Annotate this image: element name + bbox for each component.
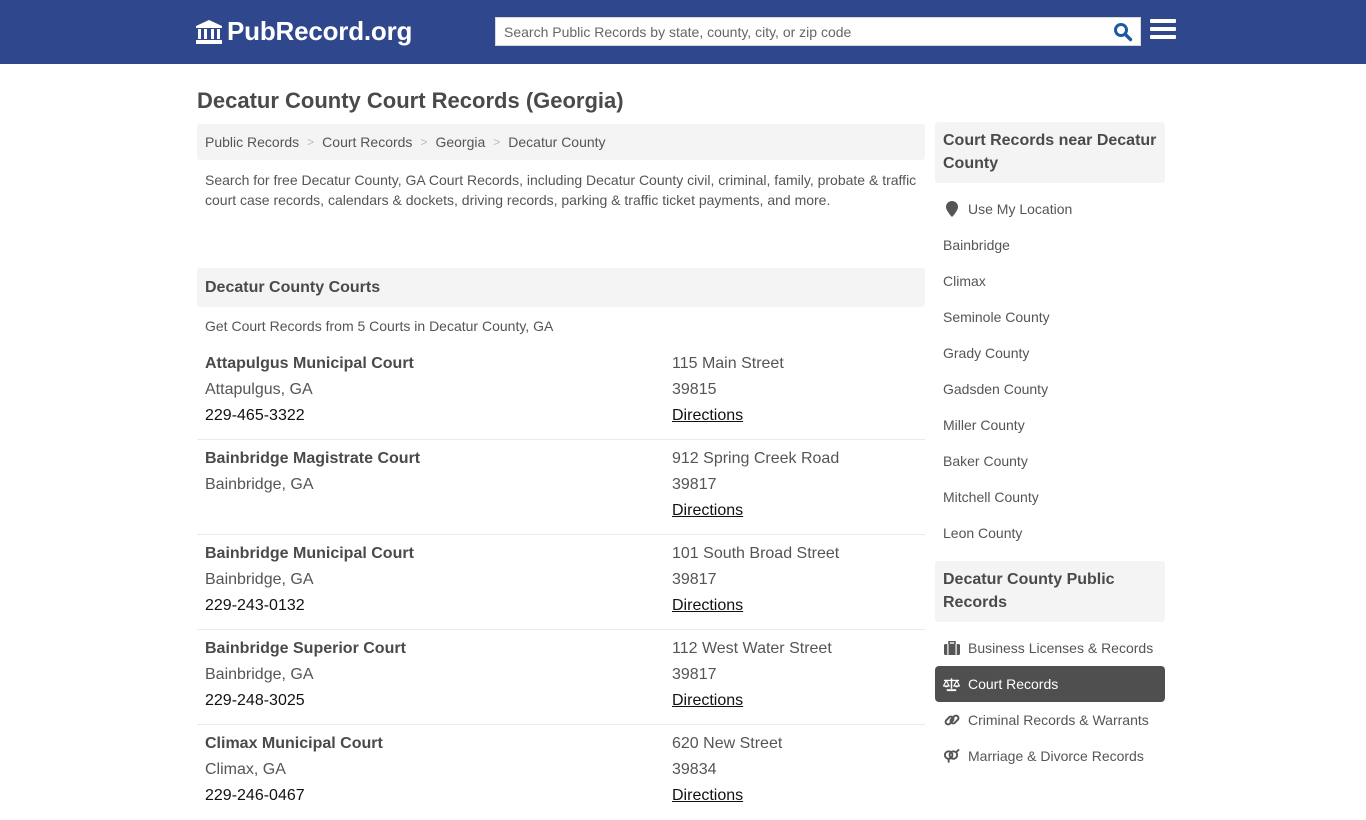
sidebar-item-label: Court Records: [968, 676, 1059, 692]
nearby-link[interactable]: Gadsden County: [935, 371, 1165, 407]
search-icon: [1114, 23, 1133, 42]
nearby-link[interactable]: Climax: [935, 263, 1165, 299]
map-marker-icon: [943, 201, 960, 217]
hamburger-menu-button[interactable]: [1150, 19, 1176, 41]
sidebar-item-label: Business Licenses & Records: [968, 640, 1154, 656]
court-name[interactable]: Bainbridge Magistrate Court: [205, 449, 420, 475]
directions-link[interactable]: Directions: [672, 502, 743, 519]
court-phone[interactable]: [205, 501, 420, 527]
court-name[interactable]: Climax Municipal Court: [205, 734, 383, 760]
breadcrumb-separator: >: [307, 135, 315, 149]
venus-mars-icon: [943, 748, 960, 764]
court-zip: 39817: [672, 571, 717, 588]
breadcrumb-separator: >: [420, 135, 428, 149]
use-my-location-label: Use My Location: [968, 201, 1073, 217]
menu-bar: [1150, 19, 1176, 23]
court-phone[interactable]: 229-465-3322: [205, 406, 414, 432]
court-city: Attapulgus, GA: [205, 381, 313, 398]
menu-bar: [1150, 35, 1176, 39]
court-item: Attapulgus Municipal Court Attapulgus, G…: [197, 345, 925, 440]
court-item: Climax Municipal Court Climax, GA 229-24…: [197, 725, 925, 820]
court-item: Bainbridge Magistrate Court Bainbridge, …: [197, 440, 925, 535]
search-box: [495, 17, 1141, 46]
link-icon: [943, 712, 960, 728]
court-zip: 39815: [672, 381, 717, 398]
sidebar-item-criminal-records[interactable]: Criminal Records & Warrants: [935, 702, 1165, 738]
court-city: Bainbridge, GA: [205, 666, 314, 683]
breadcrumb-public-records[interactable]: Public Records: [205, 134, 299, 150]
court-zip: 39817: [672, 476, 717, 493]
court-address: 620 New Street: [672, 735, 783, 752]
court-zip: 39834: [672, 761, 717, 778]
breadcrumb: Public Records > Court Records > Georgia…: [197, 124, 925, 160]
court-address: 115 Main Street: [672, 355, 784, 372]
breadcrumb-separator: >: [493, 135, 501, 149]
court-name[interactable]: Bainbridge Superior Court: [205, 639, 406, 665]
directions-link[interactable]: Directions: [672, 407, 743, 424]
nearby-link[interactable]: Leon County: [935, 515, 1165, 551]
court-phone[interactable]: 229-246-0467: [205, 786, 383, 812]
nearby-link[interactable]: Baker County: [935, 443, 1165, 479]
search-button[interactable]: [1110, 20, 1136, 44]
logo-text: PubRecord.org: [227, 16, 413, 46]
site-logo[interactable]: PubRecord.org: [195, 16, 412, 47]
public-records-list: Business Licenses & Records Court Record…: [935, 622, 1165, 774]
breadcrumb-decatur-county[interactable]: Decatur County: [508, 134, 605, 150]
directions-link[interactable]: Directions: [672, 787, 743, 804]
nearby-link[interactable]: Bainbridge: [935, 227, 1165, 263]
court-phone[interactable]: 229-243-0132: [205, 596, 414, 622]
nearby-link[interactable]: Miller County: [935, 407, 1165, 443]
court-item: Bainbridge Superior Court Bainbridge, GA…: [197, 630, 925, 725]
sidebar-item-business-licenses[interactable]: Business Licenses & Records: [935, 630, 1165, 666]
breadcrumb-court-records[interactable]: Court Records: [322, 134, 412, 150]
balance-scale-icon: [943, 676, 960, 692]
court-zip: 39817: [672, 666, 717, 683]
sidebar-item-label: Criminal Records & Warrants: [968, 712, 1149, 728]
court-address: 101 South Broad Street: [672, 545, 840, 562]
nearby-list: Use My Location Bainbridge Climax Semino…: [935, 183, 1165, 551]
court-address: 912 Spring Creek Road: [672, 450, 840, 467]
nearby-link[interactable]: Mitchell County: [935, 479, 1165, 515]
directions-link[interactable]: Directions: [672, 692, 743, 709]
menu-bar: [1150, 27, 1176, 31]
nearby-link[interactable]: Grady County: [935, 335, 1165, 371]
search-input[interactable]: [496, 18, 1096, 45]
court-list: Attapulgus Municipal Court Attapulgus, G…: [197, 345, 925, 820]
sidebar-item-marriage-divorce[interactable]: Marriage & Divorce Records: [935, 738, 1165, 774]
top-nav-bar: PubRecord.org: [0, 0, 1366, 64]
nearby-link[interactable]: Seminole County: [935, 299, 1165, 335]
court-item: Bainbridge Municipal Court Bainbridge, G…: [197, 535, 925, 630]
nearby-courts-title: Court Records near Decatur County: [935, 122, 1165, 183]
courthouse-icon: [196, 19, 222, 44]
briefcase-icon: [943, 640, 960, 656]
main-content: Public Records > Court Records > Georgia…: [197, 124, 925, 820]
court-name[interactable]: Bainbridge Municipal Court: [205, 544, 414, 570]
court-name[interactable]: Attapulgus Municipal Court: [205, 354, 414, 380]
courts-section-subtitle: Get Court Records from 5 Courts in Decat…: [205, 318, 554, 334]
court-city: Bainbridge, GA: [205, 571, 314, 588]
sidebar-item-label: Marriage & Divorce Records: [968, 748, 1144, 764]
page-title: Decatur County Court Records (Georgia): [197, 88, 624, 113]
directions-link[interactable]: Directions: [672, 597, 743, 614]
court-phone[interactable]: 229-248-3025: [205, 691, 406, 717]
use-my-location-button[interactable]: Use My Location: [935, 191, 1165, 227]
public-records-title: Decatur County Public Records: [935, 561, 1165, 622]
court-city: Climax, GA: [205, 761, 286, 778]
breadcrumb-georgia[interactable]: Georgia: [435, 134, 485, 150]
courts-section-title: Decatur County Courts: [197, 268, 925, 307]
intro-text: Search for free Decatur County, GA Court…: [205, 172, 917, 208]
court-address: 112 West Water Street: [672, 640, 832, 657]
court-city: Bainbridge, GA: [205, 476, 314, 493]
sidebar: Court Records near Decatur County Use My…: [935, 122, 1165, 784]
sidebar-item-court-records[interactable]: Court Records: [935, 666, 1165, 702]
